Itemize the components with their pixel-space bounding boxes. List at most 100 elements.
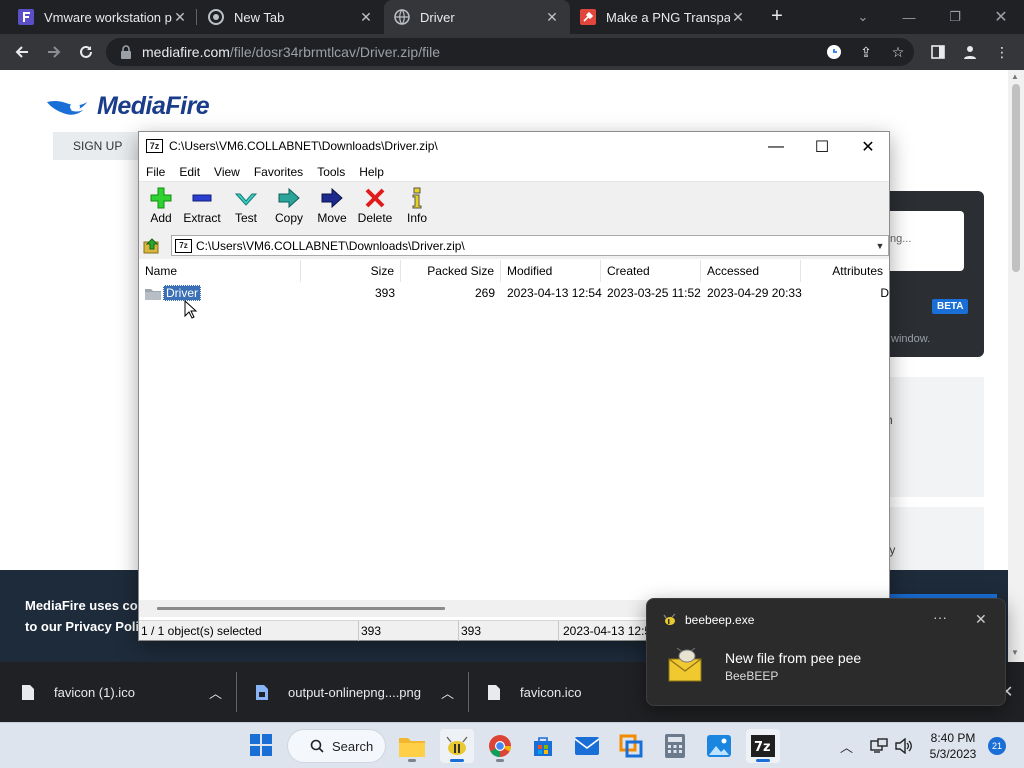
page-scrollbar[interactable]: ▲ ▼ <box>1008 70 1024 662</box>
menu-tools[interactable]: Tools <box>310 165 352 179</box>
bookmark-star-icon[interactable]: ☆ <box>888 42 908 62</box>
share-icon[interactable]: ⇪ <box>856 42 876 62</box>
row-attributes: D <box>880 286 889 300</box>
window-title: C:\Users\VM6.COLLABNET\Downloads\Driver.… <box>169 139 438 153</box>
network-icon[interactable] <box>870 723 888 768</box>
chevron-up-icon[interactable]: ︿ <box>209 683 222 702</box>
tab-new-tab[interactable]: New Tab ✕ <box>198 0 384 34</box>
sevenzip-titlebar[interactable]: 7z C:\Users\VM6.COLLABNET\Downloads\Driv… <box>139 132 889 162</box>
minimize-icon[interactable]: — <box>753 132 799 162</box>
close-tab-icon[interactable]: ✕ <box>544 9 560 26</box>
download-item[interactable]: output-onlinepng....png ︿ <box>256 662 454 722</box>
formget-icon <box>18 9 34 25</box>
back-icon[interactable] <box>10 40 34 64</box>
tool-label: Copy <box>274 211 303 225</box>
sevenzip-toolbar: Add Extract Test Copy Move Delete Info <box>139 182 889 232</box>
scrollbar-thumb[interactable] <box>157 607 445 610</box>
row-accessed: 2023-04-29 20:33 <box>707 286 802 300</box>
vmware-icon[interactable] <box>614 729 648 763</box>
close-window-icon[interactable]: ✕ <box>845 132 891 162</box>
calculator-icon[interactable] <box>658 729 692 763</box>
folder-up-icon[interactable] <box>143 237 161 255</box>
close-tab-icon[interactable]: ✕ <box>730 9 746 26</box>
info-button[interactable]: Info <box>395 186 439 230</box>
column-modified[interactable]: Modified <box>501 260 601 282</box>
new-tab-icon[interactable]: + <box>766 6 788 28</box>
chevron-down-icon[interactable]: ▼ <box>872 241 888 251</box>
menu-edit[interactable]: Edit <box>172 165 207 179</box>
menu-favorites[interactable]: Favorites <box>247 165 310 179</box>
more-options-icon[interactable]: ··· <box>933 609 947 625</box>
file-icon <box>22 684 34 700</box>
column-accessed[interactable]: Accessed <box>701 260 801 282</box>
status-packed: 393 <box>459 621 559 641</box>
tab-title: Driver <box>420 9 455 25</box>
download-item[interactable]: favicon.ico <box>488 662 618 722</box>
taskbar-search[interactable]: Search <box>287 729 386 763</box>
svg-text:7z: 7z <box>754 740 771 755</box>
reload-icon[interactable] <box>74 40 98 64</box>
maximize-icon[interactable]: ☐ <box>799 132 845 162</box>
close-window-icon[interactable]: ✕ <box>978 0 1024 34</box>
store-icon[interactable] <box>526 729 560 763</box>
delete-button[interactable]: Delete <box>353 186 397 230</box>
table-row[interactable]: Driver 393 269 2023-04-13 12:54 2023-03-… <box>139 283 889 303</box>
tool-label: Extract <box>183 211 221 225</box>
tab-vmware[interactable]: Vmware workstation pro ✕ <box>8 0 198 34</box>
column-size[interactable]: Size <box>301 260 401 282</box>
photos-icon[interactable] <box>702 729 736 763</box>
close-tab-icon[interactable]: ✕ <box>358 9 374 26</box>
beebeep-taskbar-icon[interactable] <box>440 729 474 763</box>
column-created[interactable]: Created <box>601 260 701 282</box>
beta-badge: BETA <box>932 299 969 314</box>
download-name: favicon (1).ico <box>54 684 135 700</box>
profile-icon[interactable] <box>960 42 980 62</box>
tab-search-chevron-icon[interactable]: ⌄ <box>840 0 886 34</box>
chrome-taskbar-icon[interactable] <box>483 729 517 763</box>
column-packed-size[interactable]: Packed Size <box>401 260 501 282</box>
side-panel-icon[interactable] <box>928 42 948 62</box>
test-button[interactable]: Test <box>224 186 268 230</box>
google-icon[interactable] <box>824 42 844 62</box>
scrollbar-thumb[interactable] <box>1012 84 1020 272</box>
notification-count-badge[interactable]: 21 <box>988 737 1006 755</box>
file-explorer-icon[interactable] <box>395 729 429 763</box>
notification-toast[interactable]: beebeep.exe ··· ✕ New file from pee pee … <box>646 598 1006 706</box>
tab-png-transparent[interactable]: Make a PNG Transparent ✕ <box>570 0 756 34</box>
tab-driver[interactable]: Driver ✕ <box>384 0 570 34</box>
clock[interactable]: 8:40 PM 5/3/2023 <box>926 730 980 762</box>
menu-kebab-icon[interactable]: ⋮ <box>992 42 1012 62</box>
scroll-up-icon[interactable]: ▲ <box>1011 72 1019 81</box>
mail-icon[interactable] <box>570 729 604 763</box>
move-arrow-icon <box>320 186 344 210</box>
minimize-icon[interactable]: — <box>886 0 932 34</box>
show-hidden-icons-chevron-icon[interactable]: ︿ <box>840 723 853 768</box>
privacy-policy-link[interactable]: to our Privacy Polic <box>25 619 146 634</box>
signup-button[interactable]: SIGN UP <box>53 132 143 160</box>
menu-help[interactable]: Help <box>352 165 391 179</box>
column-attributes[interactable]: Attributes <box>801 260 889 282</box>
extract-button[interactable]: Extract <box>180 186 224 230</box>
address-bar[interactable]: mediafire.com/file/dosr34rbrmtlcav/Drive… <box>106 38 914 66</box>
copy-button[interactable]: Copy <box>267 186 311 230</box>
close-tab-icon[interactable]: ✕ <box>172 9 188 26</box>
forward-icon[interactable] <box>42 40 66 64</box>
path-field[interactable]: 7z C:\Users\VM6.COLLABNET\Downloads\Driv… <box>171 235 889 256</box>
tool-label: Move <box>317 211 347 225</box>
close-notification-icon[interactable]: ✕ <box>975 611 987 628</box>
chevron-up-icon[interactable]: ︿ <box>441 683 454 702</box>
add-button[interactable]: Add <box>139 186 183 230</box>
chrome-icon <box>208 9 224 25</box>
globe-icon <box>394 9 410 25</box>
restore-icon[interactable]: ❐ <box>932 0 978 34</box>
windows-start-icon[interactable] <box>250 734 272 756</box>
column-name[interactable]: Name <box>139 260 301 282</box>
volume-icon[interactable] <box>895 723 913 768</box>
sevenzip-taskbar-icon[interactable]: 7z <box>746 729 780 763</box>
mediafire-logo[interactable]: MediaFire <box>45 92 210 121</box>
menu-file[interactable]: File <box>139 165 172 179</box>
move-button[interactable]: Move <box>310 186 354 230</box>
menu-view[interactable]: View <box>207 165 247 179</box>
download-item[interactable]: favicon (1).ico ︿ <box>22 662 222 722</box>
scroll-down-icon[interactable]: ▼ <box>1011 648 1019 657</box>
